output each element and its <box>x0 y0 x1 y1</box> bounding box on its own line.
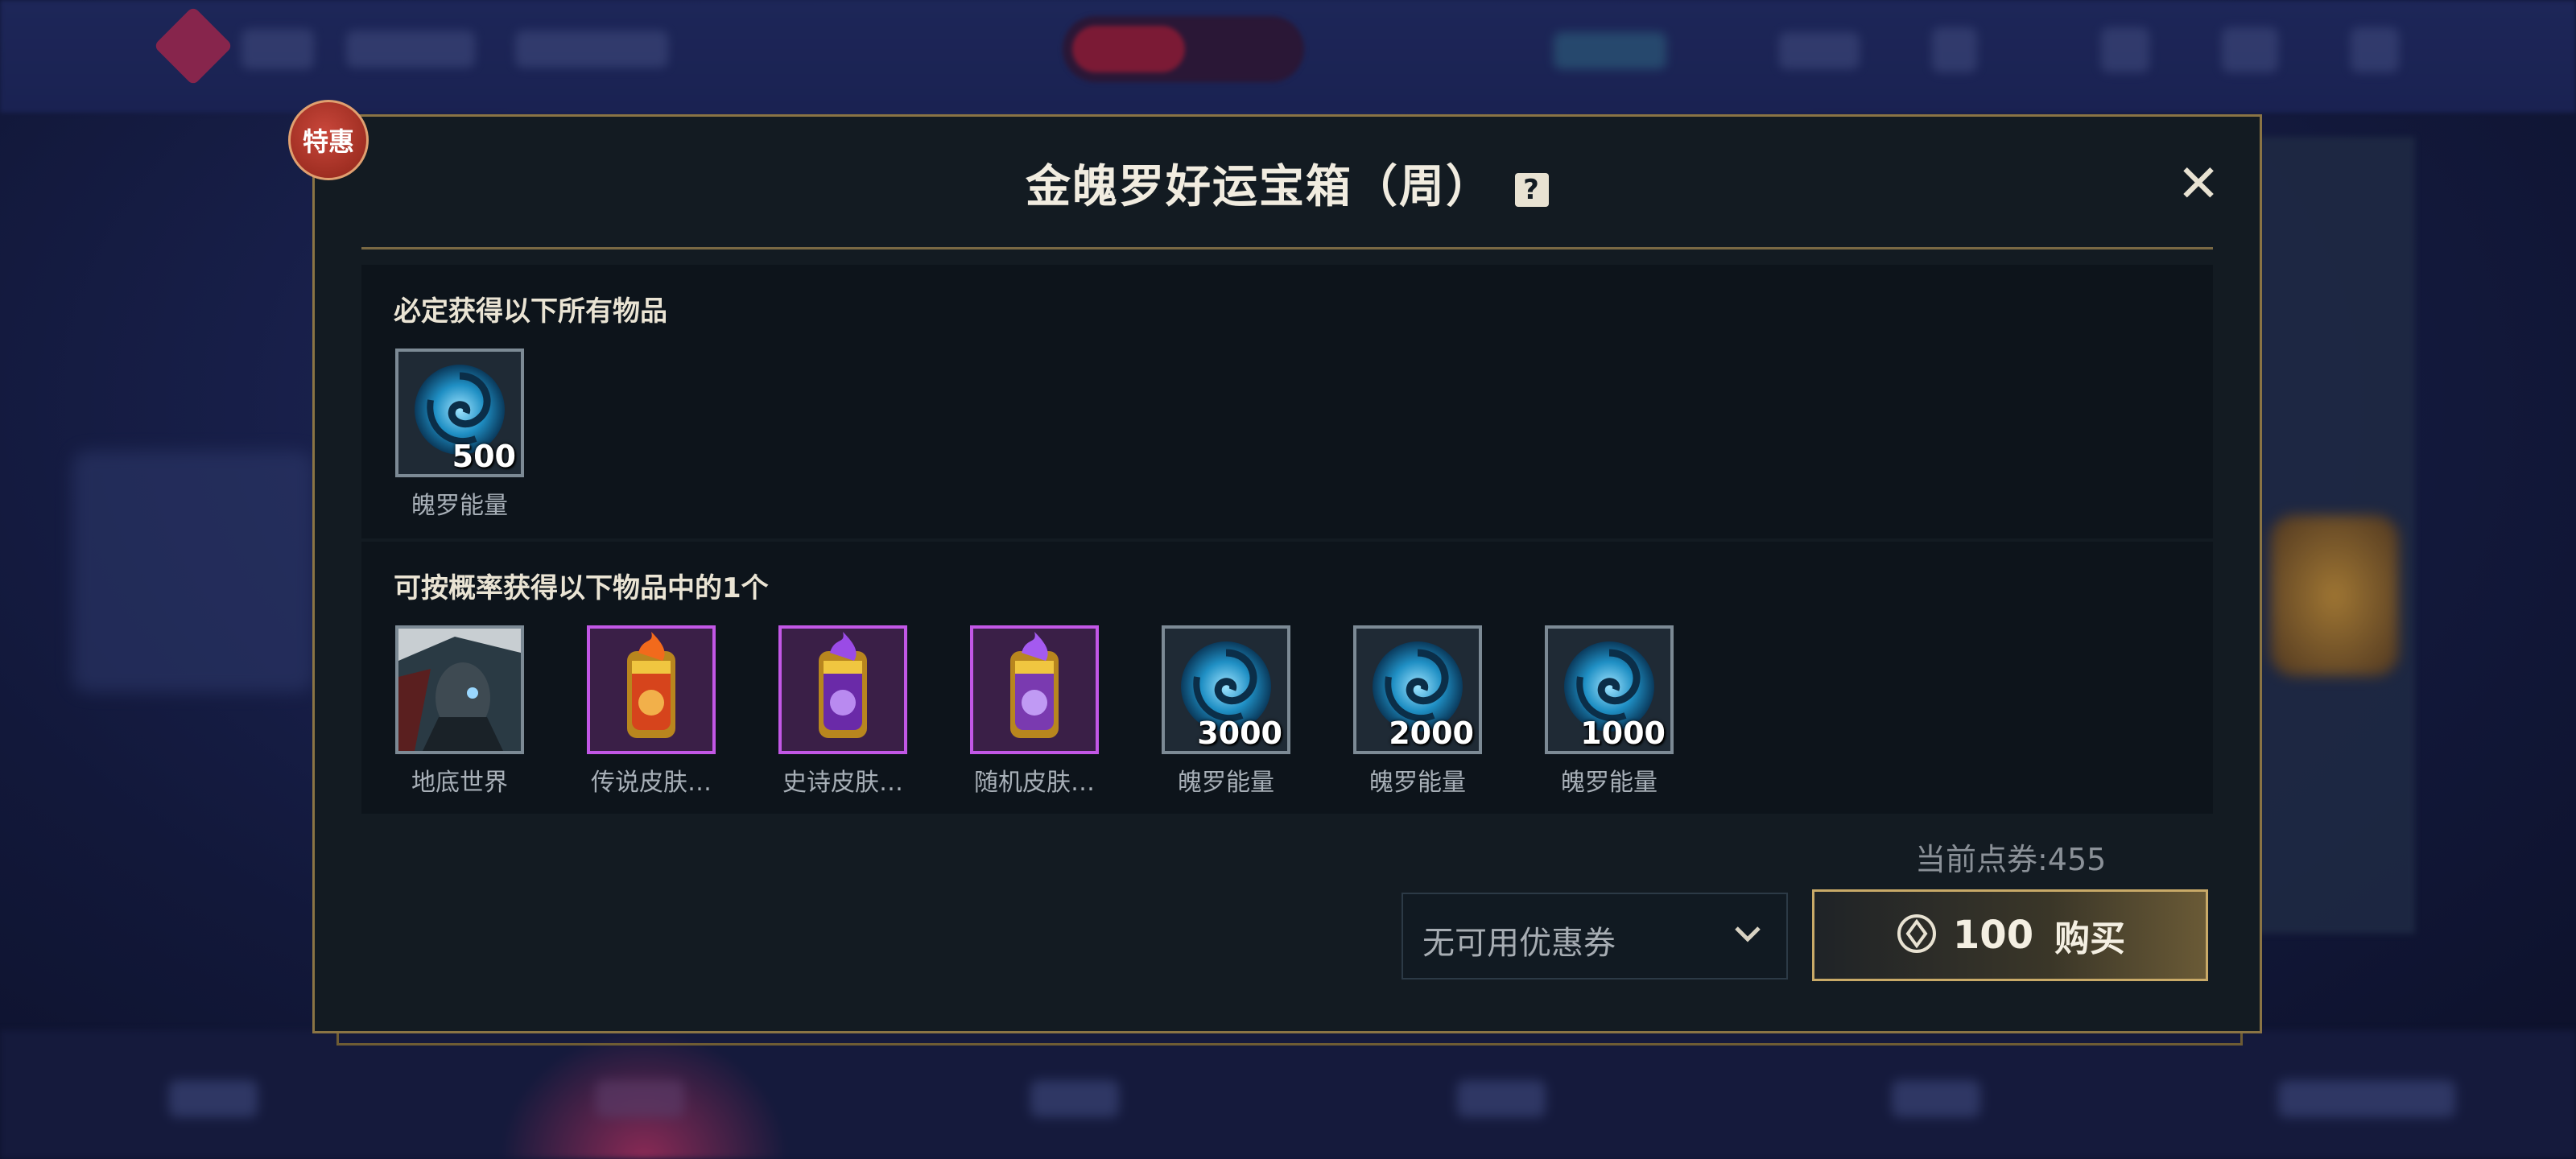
help-icon[interactable]: ? <box>1515 172 1549 207</box>
reward-item[interactable]: 传说皮肤… <box>587 625 716 798</box>
coupon-dropdown[interactable]: 无可用优惠券 <box>1402 893 1788 980</box>
lucky-chest-dialog: 金魄罗好运宝箱（周）? ✕ 必定获得以下所有物品 500 魄罗能量 可按概率获得… <box>312 114 2262 1033</box>
background-currency <box>1779 32 1860 69</box>
background-nav-item <box>346 31 475 68</box>
item-quantity: 1000 <box>1580 716 1666 751</box>
title-divider <box>361 247 2213 250</box>
item-quantity: 500 <box>452 439 516 474</box>
poro-energy-icon: 2000 <box>1353 625 1482 754</box>
buy-button[interactable]: 100 购买 <box>1812 889 2208 981</box>
background-add-icon <box>1932 27 1977 72</box>
background-nav-item <box>515 31 668 68</box>
coupon-dropdown-value: 无可用优惠券 <box>1422 925 1616 962</box>
dialog-shadow-frame <box>336 1032 2243 1046</box>
background-mode-toggle <box>1063 16 1304 82</box>
reward-item[interactable]: 3000 魄罗能量 <box>1162 625 1290 798</box>
item-quantity: 2000 <box>1389 716 1474 751</box>
poro-energy-icon: 3000 <box>1162 625 1290 754</box>
background-icon <box>2101 27 2149 72</box>
reward-item[interactable]: 500 魄罗能量 <box>395 349 524 521</box>
guaranteed-items-section: 必定获得以下所有物品 500 魄罗能量 <box>361 265 2213 538</box>
close-icon[interactable]: ✕ <box>2174 159 2223 210</box>
chance-label: 可按概率获得以下物品中的1个 <box>394 572 769 604</box>
epic-skin-chest-icon <box>778 625 907 754</box>
current-points-label: 当前点券:455 <box>1915 842 2107 877</box>
item-name: 地底世界 <box>411 769 508 797</box>
legendary-skin-chest-icon <box>587 625 716 754</box>
item-name: 魄罗能量 <box>1178 769 1274 797</box>
buy-price: 100 <box>1952 913 2034 958</box>
background-nav-item <box>242 29 314 69</box>
background-bottom-nav <box>0 1030 2576 1159</box>
buy-label: 购买 <box>2054 918 2126 959</box>
dialog-title: 金魄罗好运宝箱（周） <box>1026 161 1492 213</box>
background-icon <box>2351 27 2399 72</box>
item-name: 魄罗能量 <box>411 492 508 520</box>
item-name: 随机皮肤… <box>974 769 1095 797</box>
chance-items-section: 可按概率获得以下物品中的1个 地底世界 传说皮肤… 史诗皮肤… 随机皮肤… 30… <box>361 542 2213 814</box>
poro-energy-icon: 1000 <box>1545 625 1674 754</box>
random-skin-chest-icon <box>970 625 1099 754</box>
coin-icon <box>1895 912 1938 959</box>
item-name: 魄罗能量 <box>1561 769 1657 797</box>
background-icon <box>2222 27 2278 72</box>
item-name: 传说皮肤… <box>591 769 712 797</box>
chevron-down-icon <box>1732 918 1764 959</box>
dialog-title-row: 金魄罗好运宝箱（周）? <box>315 151 2260 216</box>
reward-item[interactable]: 地底世界 <box>395 625 524 798</box>
background-left-panel <box>72 451 314 692</box>
reward-item[interactable]: 2000 魄罗能量 <box>1353 625 1482 798</box>
reward-item[interactable]: 随机皮肤… <box>970 625 1099 798</box>
background-currency <box>1554 32 1666 69</box>
skin-portrait-icon <box>395 625 524 754</box>
item-quantity: 3000 <box>1197 716 1282 751</box>
item-name: 史诗皮肤… <box>782 769 903 797</box>
item-name: 魄罗能量 <box>1369 769 1466 797</box>
poro-energy-icon: 500 <box>395 349 524 477</box>
reward-item[interactable]: 史诗皮肤… <box>778 625 907 798</box>
guaranteed-label: 必定获得以下所有物品 <box>394 295 667 328</box>
background-chest-image <box>2270 515 2399 676</box>
reward-item[interactable]: 1000 魄罗能量 <box>1545 625 1674 798</box>
special-offer-badge: 特惠 <box>288 100 369 180</box>
